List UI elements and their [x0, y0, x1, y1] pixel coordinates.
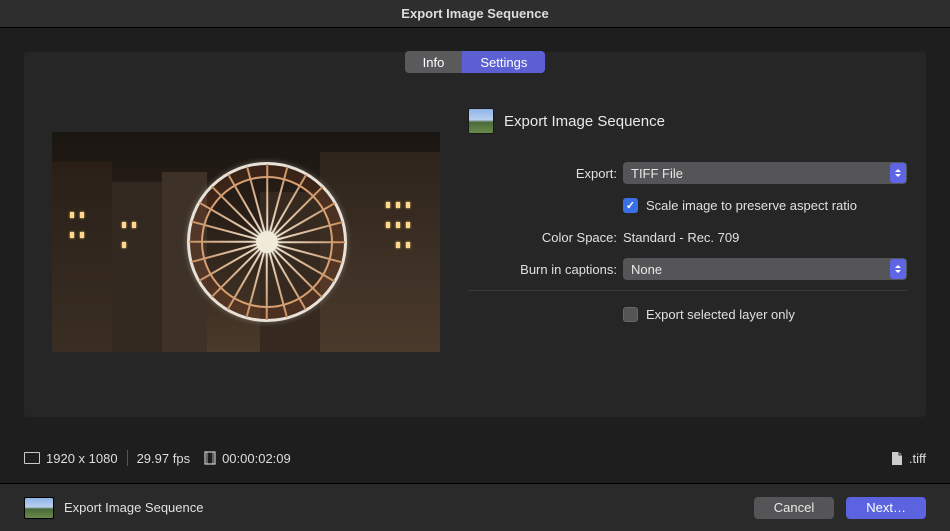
export-label: Export:: [468, 166, 623, 181]
settings-form: Export Image Sequence Export: TIFF File: [468, 100, 907, 397]
status-extension: .tiff: [909, 451, 926, 466]
status-timecode: 00:00:02:09: [222, 451, 291, 466]
status-fps: 29.97 fps: [137, 451, 191, 466]
preview-image: [52, 132, 440, 352]
window-title-bar: Export Image Sequence: [0, 0, 950, 28]
burn-captions-label: Burn in captions:: [468, 262, 623, 277]
export-format-popup[interactable]: TIFF File: [623, 162, 907, 184]
export-format-value: TIFF File: [631, 166, 683, 181]
scale-aspect-label: Scale image to preserve aspect ratio: [646, 198, 857, 213]
divider: [468, 290, 907, 291]
chevron-updown-icon: [890, 163, 906, 183]
form-title: Export Image Sequence: [504, 113, 665, 130]
sequence-icon: [468, 108, 494, 134]
burn-captions-value: None: [631, 262, 662, 277]
color-space-value: Standard - Rec. 709: [623, 230, 739, 245]
burn-captions-popup[interactable]: None: [623, 258, 907, 280]
settings-panel: Info Settings: [24, 52, 926, 417]
footer-thumbnail-icon: [24, 497, 54, 519]
footer-bar: Export Image Sequence Cancel Next…: [0, 483, 950, 531]
footer-title: Export Image Sequence: [64, 500, 203, 515]
window-title: Export Image Sequence: [401, 6, 548, 21]
status-bar: 1920 x 1080 29.97 fps 00:00:02:09 .tiff: [24, 443, 926, 473]
film-icon: [204, 451, 216, 465]
tab-control: Info Settings: [24, 51, 926, 73]
frame-icon: [24, 452, 40, 464]
next-button[interactable]: Next…: [846, 497, 926, 519]
export-selected-layer-label: Export selected layer only: [646, 307, 795, 322]
file-icon: [891, 451, 903, 466]
export-selected-layer-checkbox[interactable]: [623, 307, 638, 322]
content-area: Info Settings: [0, 28, 950, 441]
status-resolution: 1920 x 1080: [46, 451, 118, 466]
cancel-button[interactable]: Cancel: [754, 497, 834, 519]
scale-aspect-checkbox[interactable]: [623, 198, 638, 213]
chevron-updown-icon: [890, 259, 906, 279]
tab-info[interactable]: Info: [405, 51, 463, 73]
color-space-label: Color Space:: [468, 230, 623, 245]
tab-settings[interactable]: Settings: [462, 51, 545, 73]
